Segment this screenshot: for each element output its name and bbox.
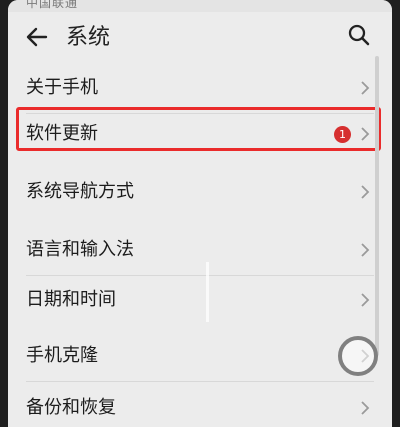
chevron-right-icon xyxy=(361,401,370,415)
menu-item-label: 系统导航方式 xyxy=(26,181,134,202)
floating-assist-ball[interactable] xyxy=(338,336,378,376)
search-icon xyxy=(348,24,370,46)
search-button[interactable] xyxy=(346,22,372,48)
menu-item-label: 日期和时间 xyxy=(26,289,116,310)
chevron-right-icon xyxy=(361,81,370,95)
notification-badge: 1 xyxy=(334,126,351,143)
app-header: 系统 xyxy=(8,12,392,62)
back-button[interactable] xyxy=(24,24,50,50)
screen-glare xyxy=(206,262,209,322)
menu-item-date-time[interactable]: 日期和时间 xyxy=(8,274,392,326)
page-title: 系统 xyxy=(66,25,111,50)
phone-frame: 中国联通 系统 关于手机 软件更新 1 系统导航方式 语言和输入法 日期和时间 … xyxy=(0,0,400,427)
menu-item-system-navigation[interactable]: 系统导航方式 xyxy=(8,166,392,218)
menu-item-language-input[interactable]: 语言和输入法 xyxy=(8,224,392,276)
menu-item-software-update[interactable]: 软件更新 1 xyxy=(8,108,392,160)
menu-item-phone-clone[interactable]: 手机克隆 xyxy=(8,330,392,382)
back-arrow-icon xyxy=(26,27,48,47)
settings-screen: 中国联通 系统 关于手机 软件更新 1 系统导航方式 语言和输入法 日期和时间 … xyxy=(8,0,392,427)
menu-item-label: 手机克隆 xyxy=(26,345,98,366)
menu-item-label: 关于手机 xyxy=(26,77,98,98)
menu-item-label: 语言和输入法 xyxy=(26,239,134,260)
chevron-right-icon xyxy=(361,185,370,199)
scrollbar[interactable] xyxy=(375,56,379,356)
chevron-right-icon xyxy=(361,243,370,257)
menu-item-about-phone[interactable]: 关于手机 xyxy=(8,62,392,114)
menu-item-label: 软件更新 xyxy=(26,123,98,144)
status-bar: 中国联通 xyxy=(8,0,392,12)
carrier-label: 中国联通 xyxy=(26,0,79,10)
chevron-right-icon xyxy=(361,293,370,307)
chevron-right-icon xyxy=(361,127,370,141)
menu-item-backup-restore[interactable]: 备份和恢复 xyxy=(8,382,392,427)
menu-item-label: 备份和恢复 xyxy=(26,397,116,418)
